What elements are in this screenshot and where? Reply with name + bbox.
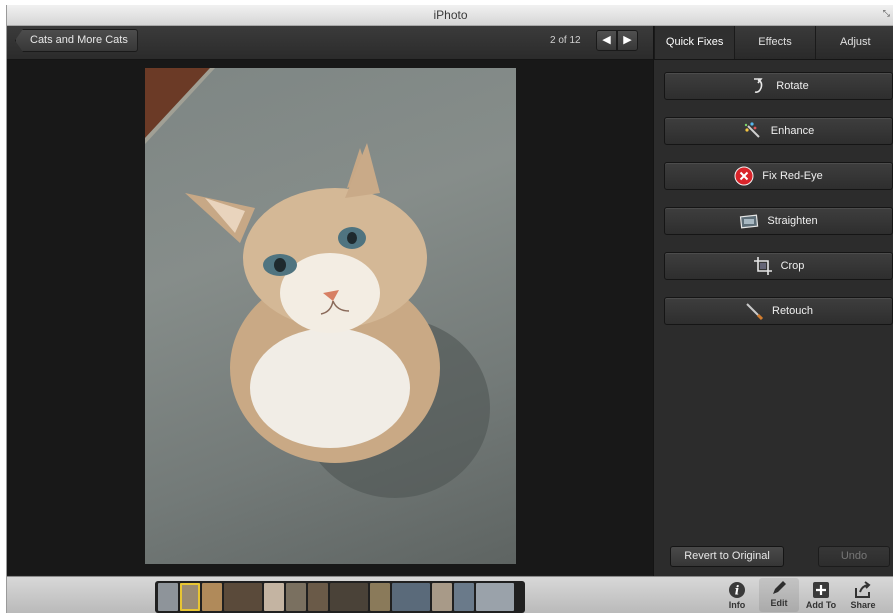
edit-tabs: Quick Fixes Effects Adjust — [654, 26, 893, 60]
thumbnail[interactable] — [286, 583, 306, 611]
edit-button[interactable]: Edit — [759, 578, 799, 612]
window-title: iPhoto — [433, 8, 468, 22]
tab-quick-fixes[interactable]: Quick Fixes — [654, 26, 735, 59]
cat-photo-image — [145, 68, 490, 498]
crop-button[interactable]: Crop — [664, 252, 893, 280]
straighten-icon — [740, 214, 759, 229]
share-label: Share — [850, 600, 876, 610]
thumbnail[interactable] — [392, 583, 430, 611]
thumbnail[interactable] — [330, 583, 368, 611]
thumbnail[interactable] — [158, 583, 178, 611]
thumbnail[interactable] — [308, 583, 328, 611]
rotate-icon — [754, 78, 763, 93]
straighten-button[interactable]: Straighten — [664, 207, 893, 235]
retouch-label: Retouch — [772, 305, 813, 317]
photo-counter: 2 of 12 — [550, 35, 581, 46]
bottom-bar: i Info Edit Add To Share — [7, 576, 893, 613]
iphoto-window: iPhoto ⤡ Cats and More Cats 2 of 12 ◀ ▶ — [6, 5, 893, 613]
retouch-button[interactable]: Retouch — [664, 297, 893, 325]
back-to-album-button[interactable]: Cats and More Cats — [15, 29, 138, 52]
brush-icon — [746, 303, 764, 321]
tab-adjust[interactable]: Adjust — [814, 26, 893, 59]
arrow-right-icon: ▶ — [623, 34, 632, 46]
thumbnail[interactable] — [264, 583, 284, 611]
info-label: Info — [728, 600, 746, 610]
fix-red-eye-label: Fix Red-Eye — [762, 170, 823, 182]
edit-label: Edit — [770, 598, 788, 608]
enhance-button[interactable]: Enhance — [664, 117, 893, 145]
fullscreen-icon[interactable]: ⤡ — [883, 9, 890, 18]
info-icon: i — [729, 582, 745, 598]
pencil-icon — [773, 581, 786, 594]
add-to-label: Add To — [805, 600, 837, 610]
thumbnail[interactable] — [202, 583, 222, 611]
tab-effects[interactable]: Effects — [734, 26, 815, 59]
crop-label: Crop — [780, 260, 805, 272]
share-button[interactable]: Share — [843, 580, 883, 610]
svg-text:i: i — [735, 584, 740, 598]
next-photo-button[interactable]: ▶ — [617, 30, 638, 51]
previous-photo-button[interactable]: ◀ — [596, 30, 617, 51]
share-icon — [855, 581, 871, 598]
straighten-label: Straighten — [767, 215, 818, 227]
cat-photo[interactable] — [145, 68, 516, 564]
revert-to-original-button[interactable]: Revert to Original — [670, 546, 784, 567]
add-to-button[interactable]: Add To — [801, 580, 841, 610]
title-bar: iPhoto ⤡ — [7, 5, 893, 26]
crop-icon — [753, 257, 772, 275]
filmstrip[interactable] — [155, 581, 525, 613]
thumbnail[interactable] — [454, 583, 474, 611]
photo-viewer — [7, 60, 653, 575]
thumbnail-selected[interactable] — [180, 583, 200, 611]
thumbnail[interactable] — [432, 583, 452, 611]
thumbnail[interactable] — [224, 583, 262, 611]
red-eye-icon — [734, 166, 754, 186]
arrow-left-icon: ◀ — [602, 34, 611, 46]
fix-red-eye-button[interactable]: Fix Red-Eye — [664, 162, 893, 190]
edit-panel: Quick Fixes Effects Adjust Rotate Enhanc… — [653, 26, 893, 576]
rotate-button[interactable]: Rotate — [664, 72, 893, 100]
photo-toolbar: Cats and More Cats 2 of 12 ◀ ▶ — [7, 26, 653, 60]
undo-button[interactable]: Undo — [818, 546, 890, 567]
rotate-label: Rotate — [776, 80, 809, 92]
thumbnail[interactable] — [370, 583, 390, 611]
enhance-label: Enhance — [770, 125, 815, 137]
magic-wand-icon — [744, 122, 760, 138]
info-button[interactable]: i Info — [717, 580, 757, 610]
plus-icon — [813, 582, 829, 598]
thumbnail[interactable] — [476, 583, 514, 611]
